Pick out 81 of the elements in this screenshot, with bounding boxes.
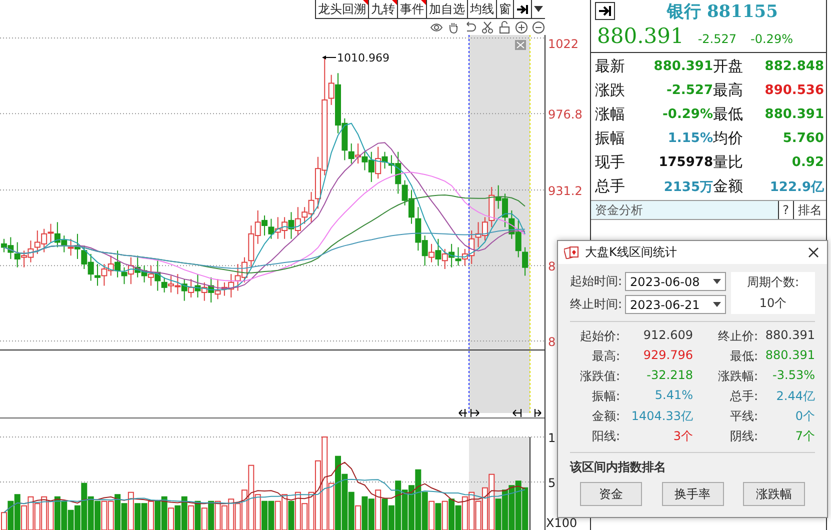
stat-label: 平线: bbox=[728, 408, 758, 425]
toolbar-button[interactable]: 均线 bbox=[467, 0, 496, 19]
stat-value: -3.53% bbox=[772, 368, 815, 384]
quote-label: 开盘 bbox=[713, 57, 744, 76]
funds-analysis-title: 资金分析 bbox=[594, 202, 644, 219]
end-time-label: 终止时间: bbox=[570, 296, 622, 313]
toolbar-button[interactable]: 窗 bbox=[496, 0, 513, 19]
stat-value: 2.44亿 bbox=[775, 388, 815, 405]
toolbar-button[interactable]: 事件 bbox=[397, 0, 426, 19]
stat-value: 912.609 bbox=[642, 328, 693, 344]
volume-unit-label: X100 bbox=[546, 516, 578, 530]
quote-label: 量比 bbox=[713, 153, 744, 172]
stat-label: 总手: bbox=[728, 388, 758, 405]
quote-label: 金额 bbox=[713, 177, 744, 196]
stat-value: 880.391 bbox=[764, 348, 815, 364]
dialog-title: 大盘K线区间统计 bbox=[585, 244, 678, 261]
price-axis-label: 8 bbox=[548, 260, 556, 274]
stat-label: 阳线: bbox=[590, 428, 620, 445]
quote-value: -2.527 bbox=[665, 83, 713, 98]
toolbar-button[interactable]: 龙头回溯 bbox=[315, 0, 368, 19]
price-axis-label: 931.2 bbox=[548, 184, 582, 198]
ranking-section-title: 该区间内指数排名 bbox=[570, 459, 667, 476]
price-change-percent: -0.29% bbox=[750, 32, 793, 46]
ranking-button[interactable]: 资金 bbox=[580, 482, 642, 506]
ranking-button[interactable]: 换手率 bbox=[662, 482, 724, 506]
stat-label: 终止价: bbox=[716, 328, 758, 345]
index-title: 银行 881155 bbox=[666, 0, 779, 22]
ranking-button[interactable]: 涨跌幅 bbox=[743, 482, 805, 506]
start-date-select[interactable]: 2023-06-08 bbox=[625, 272, 726, 291]
stat-label: 最高: bbox=[590, 348, 620, 365]
quote-value: 880.391 bbox=[652, 59, 713, 74]
quote-label: 总手 bbox=[595, 177, 626, 196]
stat-value: 880.391 bbox=[764, 328, 815, 344]
stat-label: 最低: bbox=[728, 348, 758, 365]
stat-value: 3个 bbox=[672, 428, 693, 445]
quote-value: 175978 bbox=[658, 155, 713, 170]
start-time-label: 起始时间: bbox=[570, 273, 622, 290]
quote-value: 880.391 bbox=[764, 107, 824, 122]
period-count-label: 周期个数: bbox=[747, 274, 800, 291]
quote-value: -0.29% bbox=[662, 107, 713, 122]
toolbar-button[interactable]: 加自选 bbox=[426, 0, 467, 19]
stat-value: 7个 bbox=[794, 428, 815, 445]
quote-label: 最新 bbox=[595, 57, 626, 76]
rank-button[interactable]: 排名 bbox=[793, 201, 826, 219]
help-button[interactable]: ? bbox=[778, 201, 793, 219]
quote-label: 涨跌 bbox=[595, 81, 626, 100]
stat-value: 0个 bbox=[794, 408, 815, 425]
peak-price-label: 1010.969 bbox=[337, 51, 390, 64]
quote-value: 2135万 bbox=[662, 178, 713, 196]
stat-label: 起始价: bbox=[578, 328, 620, 345]
stat-value: 929.796 bbox=[642, 348, 693, 364]
quote-value: 0.92 bbox=[790, 155, 824, 170]
stat-label: 振幅: bbox=[590, 388, 620, 405]
quote-value: 882.848 bbox=[764, 59, 824, 74]
stat-value: 5.41% bbox=[654, 388, 693, 404]
price-axis-label: 1022 bbox=[548, 37, 579, 51]
volume-axis-label: 1 bbox=[548, 431, 556, 445]
quote-label: 最高 bbox=[713, 81, 744, 100]
stat-label: 金额: bbox=[590, 408, 620, 425]
price-axis-label: 976.8 bbox=[548, 108, 582, 122]
price-axis-label: 8 bbox=[548, 335, 556, 349]
stat-value: -32.218 bbox=[646, 368, 693, 384]
end-date-select[interactable]: 2023-06-21 bbox=[625, 295, 726, 314]
stat-label: 涨跌值: bbox=[578, 368, 620, 385]
quote-label: 现手 bbox=[595, 153, 626, 172]
volume-axis-label: 5 bbox=[548, 476, 556, 490]
stat-label: 阴线: bbox=[728, 428, 758, 445]
period-count-value: 10个 bbox=[759, 295, 787, 312]
quote-label: 最低 bbox=[713, 105, 744, 124]
stat-label: 涨跌幅: bbox=[716, 368, 758, 385]
quote-value: 122.9亿 bbox=[768, 178, 824, 196]
quote-value: 890.536 bbox=[764, 83, 824, 98]
quote-label: 振幅 bbox=[595, 129, 626, 148]
last-price: 880.391 bbox=[597, 24, 684, 48]
quote-value: 1.15% bbox=[666, 131, 713, 146]
quote-label: 涨幅 bbox=[595, 105, 626, 124]
quote-value: 5.760 bbox=[782, 131, 824, 146]
toolbar-button[interactable]: 九转 bbox=[368, 0, 397, 19]
price-change: -2.527 bbox=[698, 32, 737, 46]
quote-label: 均价 bbox=[713, 129, 744, 148]
stat-value: 1404.33亿 bbox=[630, 408, 693, 425]
